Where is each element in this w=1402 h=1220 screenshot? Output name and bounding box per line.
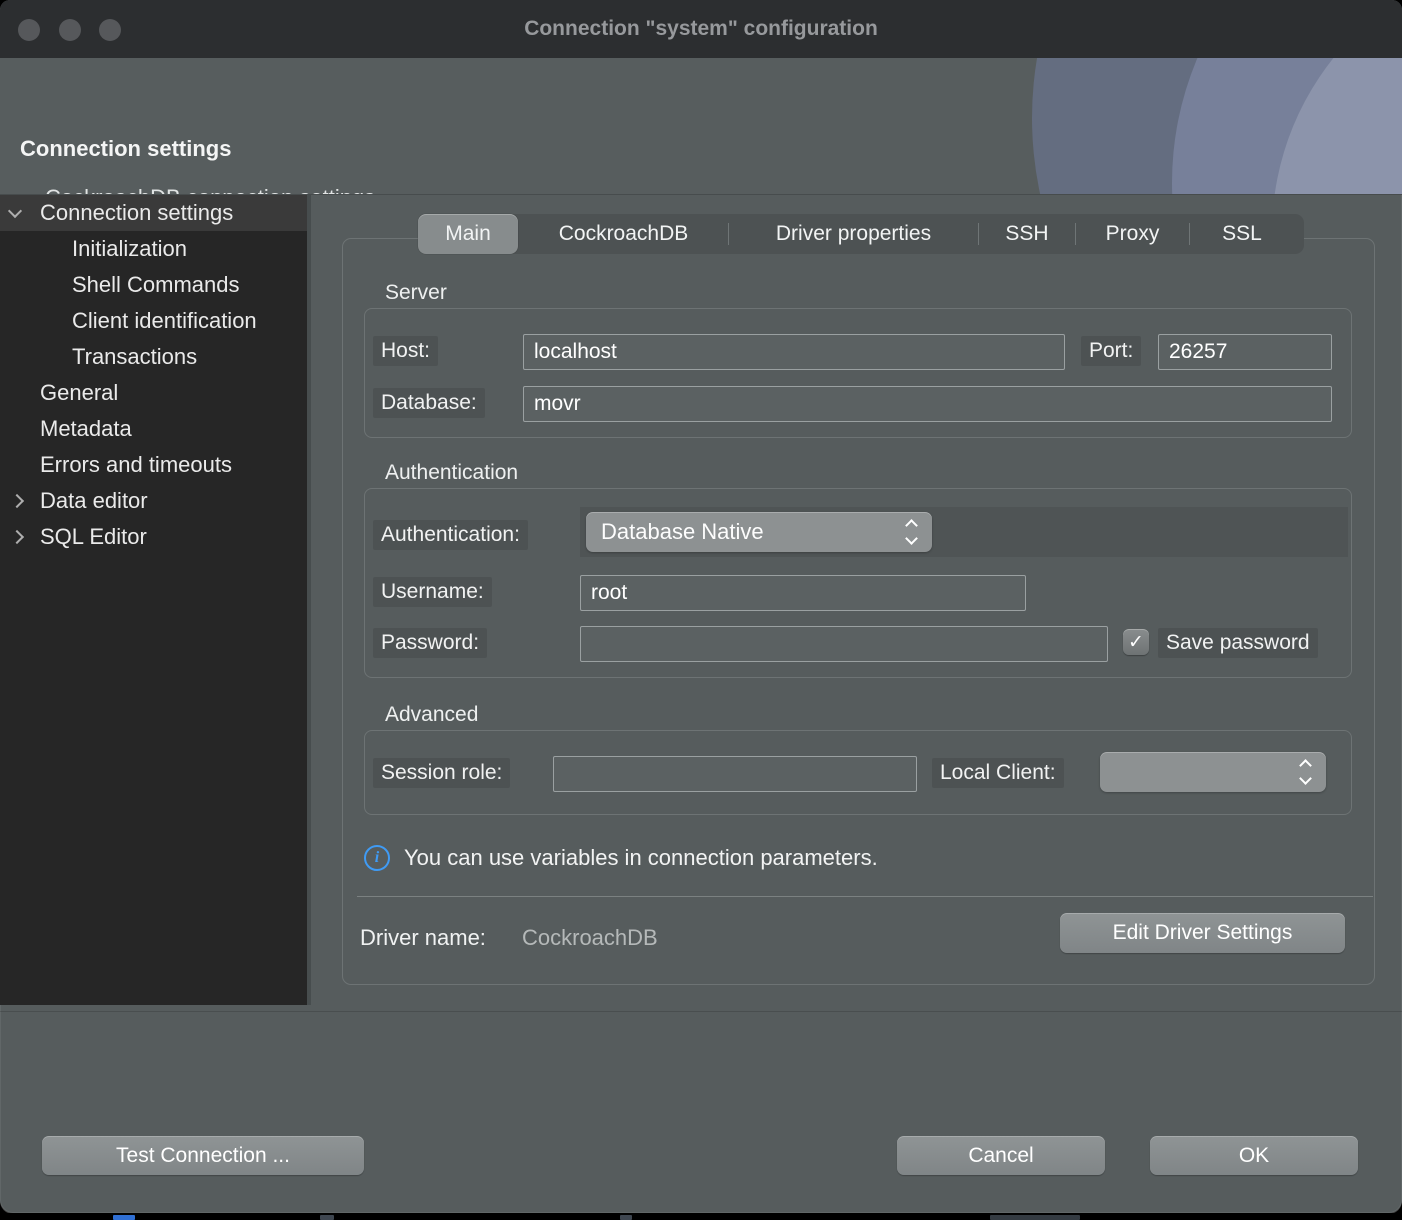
port-input[interactable] bbox=[1158, 334, 1332, 370]
database-label: Database: bbox=[373, 388, 485, 418]
authentication-select[interactable]: Database Native bbox=[586, 512, 932, 552]
sidebar-item-general[interactable]: General bbox=[0, 375, 307, 411]
local-client-select[interactable] bbox=[1100, 752, 1326, 792]
sidebar-item-initialization[interactable]: Initialization bbox=[0, 231, 307, 267]
password-input[interactable] bbox=[580, 626, 1108, 662]
sidebar-item-transactions[interactable]: Transactions bbox=[0, 339, 307, 375]
advanced-group-title: Advanced bbox=[385, 703, 478, 727]
save-password-label: Save password bbox=[1158, 628, 1318, 658]
sidebar-item-connection-settings[interactable]: Connection settings bbox=[0, 195, 307, 231]
host-input[interactable] bbox=[523, 334, 1065, 370]
save-password-checkbox[interactable]: ✓ bbox=[1123, 629, 1149, 655]
section-divider bbox=[357, 896, 1373, 897]
username-input[interactable] bbox=[580, 575, 1026, 611]
session-role-label: Session role: bbox=[373, 758, 510, 788]
authentication-label: Authentication: bbox=[373, 520, 528, 550]
window-title: Connection "system" configuration bbox=[0, 0, 1402, 58]
password-label: Password: bbox=[373, 628, 487, 658]
sidebar-item-shell-commands[interactable]: Shell Commands bbox=[0, 267, 307, 303]
dialog-window: Connection "system" configuration Connec… bbox=[0, 0, 1402, 1213]
host-label: Host: bbox=[373, 336, 438, 366]
sidebar-item-data-editor[interactable]: Data editor bbox=[0, 483, 307, 519]
chevron-up-down-icon bbox=[1298, 752, 1314, 792]
background-window-fragment bbox=[620, 1215, 632, 1220]
sidebar-item-sql-editor[interactable]: SQL Editor bbox=[0, 519, 307, 555]
test-connection-button[interactable]: Test Connection ... bbox=[42, 1136, 364, 1175]
edit-driver-settings-button[interactable]: Edit Driver Settings bbox=[1060, 913, 1345, 953]
chevron-up-down-icon bbox=[904, 512, 920, 552]
checkmark-icon: ✓ bbox=[1128, 631, 1144, 654]
background-window-fragment bbox=[320, 1215, 334, 1220]
authentication-select-value: Database Native bbox=[601, 519, 764, 545]
tab-ssh[interactable]: SSH bbox=[979, 214, 1075, 254]
footer-divider bbox=[0, 1011, 1402, 1012]
tab-cockroachdb[interactable]: CockroachDB bbox=[519, 214, 728, 254]
tab-proxy[interactable]: Proxy bbox=[1076, 214, 1189, 254]
tab-driver-properties[interactable]: Driver properties bbox=[729, 214, 978, 254]
port-label: Port: bbox=[1081, 336, 1141, 366]
background-window-fragment bbox=[990, 1215, 1080, 1220]
ok-button[interactable]: OK bbox=[1150, 1136, 1358, 1175]
info-message: You can use variables in connection para… bbox=[404, 845, 878, 871]
sidebar-item-label: Transactions bbox=[0, 344, 197, 370]
tab-main[interactable]: Main bbox=[418, 214, 518, 254]
server-group-title: Server bbox=[385, 281, 447, 305]
sidebar-item-errors-and-timeouts[interactable]: Errors and timeouts bbox=[0, 447, 307, 483]
page-subtitle: CockroachDB connection settings bbox=[45, 185, 375, 195]
sidebar-item-label: General bbox=[0, 380, 118, 406]
database-input[interactable] bbox=[523, 386, 1332, 422]
authentication-group-title: Authentication bbox=[385, 461, 518, 485]
sidebar-item-label: Shell Commands bbox=[0, 272, 240, 298]
cancel-button[interactable]: Cancel bbox=[897, 1136, 1105, 1175]
titlebar: Connection "system" configuration bbox=[0, 0, 1402, 58]
sidebar-item-label: Client identification bbox=[0, 308, 257, 334]
info-icon: i bbox=[364, 845, 390, 871]
connection-tabbar: Main CockroachDB Driver properties SSH P… bbox=[418, 214, 1304, 254]
session-role-input[interactable] bbox=[553, 756, 917, 792]
page-title: Connection settings bbox=[20, 136, 231, 162]
sidebar-content-divider bbox=[307, 195, 311, 1005]
sidebar-item-client-identification[interactable]: Client identification bbox=[0, 303, 307, 339]
driver-name-value: CockroachDB bbox=[522, 925, 658, 951]
sidebar-item-label: Errors and timeouts bbox=[0, 452, 232, 478]
desktop-strip bbox=[0, 1213, 1402, 1220]
dialog-header: Connection settings CockroachDB connecti… bbox=[0, 58, 1402, 195]
sidebar-item-label: Initialization bbox=[0, 236, 187, 262]
sidebar-item-label: Connection settings bbox=[0, 200, 233, 226]
driver-name-label: Driver name: bbox=[360, 925, 486, 951]
sidebar-item-metadata[interactable]: Metadata bbox=[0, 411, 307, 447]
settings-tree: Connection settings Initialization Shell… bbox=[0, 195, 307, 1005]
background-window-fragment bbox=[113, 1215, 135, 1220]
tab-ssl[interactable]: SSL bbox=[1190, 214, 1294, 254]
username-label: Username: bbox=[373, 577, 492, 607]
sidebar-item-label: Metadata bbox=[0, 416, 132, 442]
local-client-label: Local Client: bbox=[932, 758, 1064, 788]
